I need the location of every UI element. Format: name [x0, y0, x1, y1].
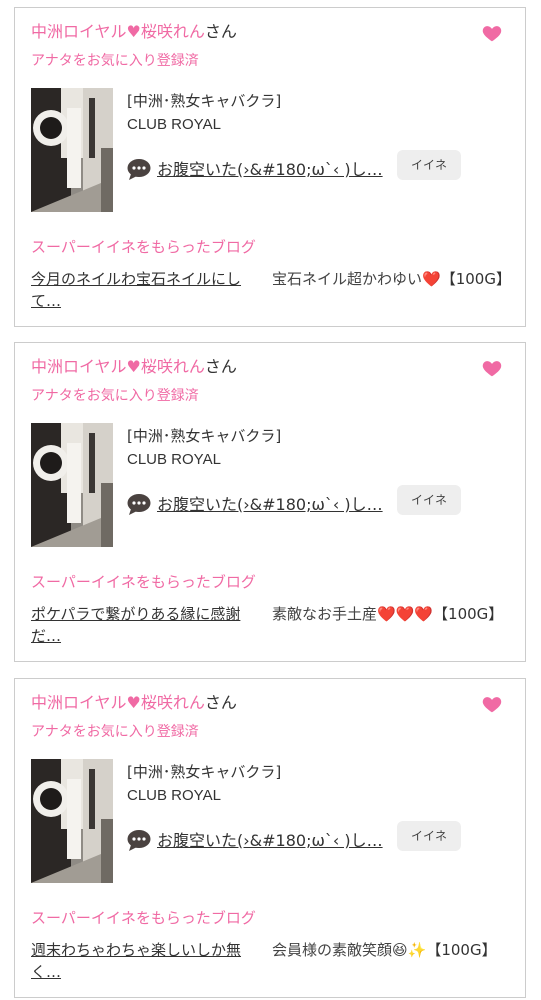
cast-name[interactable]: 中洲ロイヤル♥桜咲れん	[31, 693, 205, 712]
shop-name[interactable]: CLUB ROYAL	[127, 451, 221, 468]
heart-icon[interactable]	[481, 693, 503, 715]
blog-comment: 素敵なお手土産❤️❤️❤️【100G】	[272, 603, 512, 625]
cast-name-row: 中洲ロイヤル♥桜咲れんさん	[31, 693, 237, 713]
cast-name-row: 中洲ロイヤル♥桜咲れんさん	[31, 357, 237, 377]
iine-button[interactable]: イイネ	[397, 485, 461, 515]
speech-bubble-icon	[127, 830, 151, 851]
blog-comment: 会員様の素敵笑顔😆✨【100G】	[272, 939, 512, 961]
favorite-cast-card: 中洲ロイヤル♥桜咲れんさん アナタをお気に入り登録済 [中洲･熟女キャバクラ] …	[14, 678, 526, 998]
shop-category: [中洲･熟女キャバクラ]	[127, 763, 282, 781]
favorite-cast-card: 中洲ロイヤル♥桜咲れんさん アナタをお気に入り登録済 [中洲･熟女キャバクラ] …	[14, 342, 526, 662]
blog-comment: 宝石ネイル超かわゆい❤️【100G】	[272, 268, 512, 290]
cast-photo[interactable]	[31, 423, 113, 547]
cast-name[interactable]: 中洲ロイヤル♥桜咲れん	[31, 22, 205, 41]
heart-icon[interactable]	[481, 357, 503, 379]
blog-comment-text: 会員様の素敵笑顔😆✨	[272, 941, 427, 959]
cast-name[interactable]: 中洲ロイヤル♥桜咲れん	[31, 357, 205, 376]
cast-photo[interactable]	[31, 759, 113, 883]
shop-category: [中洲･熟女キャバクラ]	[127, 92, 282, 110]
honorific: さん	[204, 357, 237, 376]
speech-bubble-icon	[127, 159, 151, 180]
cast-photo[interactable]	[31, 88, 113, 212]
favorite-status: アナタをお気に入り登録済	[31, 724, 199, 740]
blog-title-link[interactable]: 週末わちゃわちゃ楽しいしか無く…	[31, 939, 267, 983]
latest-post-link[interactable]: お腹空いた(›&#180;ω`‹ )し…	[157, 156, 383, 180]
heart-icon[interactable]	[481, 22, 503, 44]
super-iine-section-title: スーパーイイネをもらったブログ	[31, 238, 256, 256]
shop-category: [中洲･熟女キャバクラ]	[127, 427, 282, 445]
reward-amount: 【100G】	[433, 605, 504, 623]
shop-name[interactable]: CLUB ROYAL	[127, 116, 221, 133]
super-iine-section-title: スーパーイイネをもらったブログ	[31, 573, 256, 591]
favorite-cast-card: 中洲ロイヤル♥桜咲れんさん アナタをお気に入り登録済 [中洲･熟女キャバクラ] …	[14, 7, 526, 327]
latest-post-link[interactable]: お腹空いた(›&#180;ω`‹ )し…	[157, 827, 383, 851]
blog-title-link[interactable]: ポケパラで繋がりある縁に感謝だ…	[31, 603, 267, 647]
blog-comment-text: 素敵なお手土産❤️❤️❤️	[272, 605, 434, 623]
super-iine-section-title: スーパーイイネをもらったブログ	[31, 909, 256, 927]
reward-amount: 【100G】	[426, 941, 497, 959]
iine-button[interactable]: イイネ	[397, 821, 461, 851]
latest-post-link[interactable]: お腹空いた(›&#180;ω`‹ )し…	[157, 491, 383, 515]
honorific: さん	[204, 22, 237, 41]
blog-title-link[interactable]: 今月のネイルわ宝石ネイルにして…	[31, 268, 267, 312]
favorite-status: アナタをお気に入り登録済	[31, 388, 199, 404]
favorite-status: アナタをお気に入り登録済	[31, 53, 199, 69]
shop-name[interactable]: CLUB ROYAL	[127, 787, 221, 804]
cast-name-row: 中洲ロイヤル♥桜咲れんさん	[31, 22, 237, 42]
reward-amount: 【100G】	[440, 270, 511, 288]
speech-bubble-icon	[127, 494, 151, 515]
blog-comment-text: 宝石ネイル超かわゆい❤️	[272, 270, 441, 288]
iine-button[interactable]: イイネ	[397, 150, 461, 180]
honorific: さん	[204, 693, 237, 712]
